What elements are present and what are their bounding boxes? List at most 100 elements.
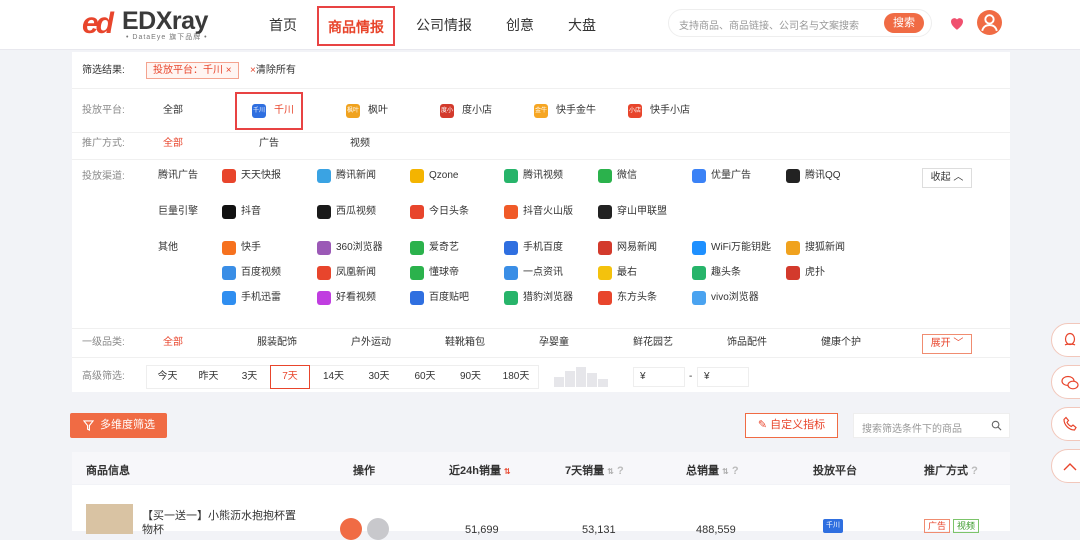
price-min-input[interactable]: ¥ (633, 367, 685, 387)
channel-option[interactable]: WiFi万能钥匙 (711, 242, 771, 254)
channel-option[interactable]: 爱奇艺 (429, 242, 459, 254)
category-option[interactable]: 户外运动 (351, 337, 391, 349)
sort-icon[interactable]: ⇅ (504, 467, 511, 476)
channel-option[interactable]: 腾讯新闻 (336, 170, 376, 182)
channel-option[interactable]: 天天快报 (241, 170, 281, 182)
mini-bar-chart-icon[interactable] (554, 365, 614, 387)
category-option[interactable]: 饰品配件 (727, 337, 767, 349)
day-option[interactable]: 180天 (493, 366, 539, 388)
platform-all[interactable]: 全部 (163, 105, 183, 117)
col-sales-total[interactable]: 总销量 ⇅ ? (686, 462, 739, 478)
channel-option[interactable]: 猎豹浏览器 (523, 292, 573, 304)
favorite-icon[interactable] (367, 518, 389, 540)
custom-metrics-button[interactable]: ✎ 自定义指标 (745, 413, 838, 438)
channel-option[interactable]: 今日头条 (429, 206, 469, 218)
channel-option[interactable]: 抖音 (241, 206, 261, 218)
platform-option[interactable]: 度小店 (462, 105, 492, 117)
category-option[interactable]: 服装配饰 (257, 337, 297, 349)
product-title[interactable]: 【买一送一】小熊沥水抱抱杯置 (142, 510, 296, 522)
nav-company-intel[interactable]: 公司情报 (414, 6, 474, 46)
channel-option[interactable]: 穿山甲联盟 (617, 206, 667, 218)
sort-icon[interactable]: ⇅ (607, 467, 614, 476)
expand-button[interactable]: 展开 ﹀ (922, 334, 972, 354)
channel-option[interactable]: 百度贴吧 (429, 292, 469, 304)
promo-video[interactable]: 视频 (350, 138, 370, 150)
help-icon[interactable]: ? (732, 465, 739, 477)
remove-tag-icon[interactable]: × (226, 65, 232, 76)
channel-option[interactable]: 好看视频 (336, 292, 376, 304)
day-option[interactable]: 60天 (402, 366, 448, 388)
channel-option[interactable]: 懂球帝 (429, 267, 459, 279)
help-icon[interactable]: ? (971, 465, 978, 477)
user-avatar-icon[interactable] (977, 10, 1002, 35)
channel-option[interactable]: 手机百度 (523, 242, 563, 254)
category-option[interactable]: 鞋靴箱包 (445, 337, 485, 349)
help-icon[interactable]: ? (617, 465, 624, 477)
back-to-top-icon[interactable] (1051, 449, 1080, 483)
channel-option[interactable]: 快手 (241, 242, 261, 254)
category-option[interactable]: 健康个护 (821, 337, 861, 349)
clear-all-link[interactable]: ×清除所有 (250, 65, 296, 77)
filtered-products-search[interactable]: 搜索筛选条件下的商品 (853, 413, 1010, 438)
col-sales-7d[interactable]: 7天销量 ⇅ ? (565, 462, 624, 478)
channel-option[interactable]: 360浏览器 (336, 242, 383, 254)
channel-option[interactable]: 西瓜视频 (336, 206, 376, 218)
nav-product-intel[interactable]: 商品情报 (317, 6, 395, 46)
product-thumbnail[interactable] (86, 504, 133, 534)
search-icon[interactable] (991, 420, 1002, 431)
channel-option[interactable]: 抖音火山版 (523, 206, 573, 218)
platform-option[interactable]: 千川 (274, 105, 294, 117)
active-filter-tag[interactable]: 投放平台：千川 × (146, 62, 239, 79)
price-max-input[interactable]: ¥ (697, 367, 749, 387)
channel-option[interactable]: 优量广告 (711, 170, 751, 182)
favorites-heart-icon[interactable] (948, 14, 966, 32)
channel-option[interactable]: Qzone (429, 170, 458, 182)
channel-option[interactable]: 趣头条 (711, 267, 741, 279)
channel-option[interactable]: 一点资讯 (523, 267, 563, 279)
day-option[interactable]: 今天 (147, 366, 188, 388)
day-option[interactable]: 90天 (448, 366, 493, 388)
channel-option[interactable]: 手机迅雷 (241, 292, 281, 304)
channel-option[interactable]: 东方头条 (617, 292, 657, 304)
category-option[interactable]: 全部 (163, 337, 183, 349)
global-search[interactable]: 支持商品、商品链接、公司名与文案搜索 搜索 (668, 9, 932, 37)
table-row[interactable]: 【买一送一】小熊沥水抱抱杯置 物杯 51,699 53,131 488,559 … (72, 485, 1010, 540)
platform-option[interactable]: 快手金牛 (556, 105, 596, 117)
brand-logo[interactable]: ed EDXray • DataEye 旗下品牌 • (82, 7, 242, 42)
channel-option[interactable]: 凤凰新闻 (336, 267, 376, 279)
qq-service-icon[interactable] (1051, 323, 1080, 357)
day-option[interactable]: 30天 (356, 366, 402, 388)
channel-option[interactable]: 最右 (617, 267, 637, 279)
wechat-service-icon[interactable] (1051, 365, 1080, 399)
platform-option[interactable]: 枫叶 (368, 105, 388, 117)
promo-all[interactable]: 全部 (163, 138, 183, 150)
share-icon[interactable] (340, 518, 362, 540)
channel-option[interactable]: 微信 (617, 170, 637, 182)
multi-dimension-filter-button[interactable]: 多维度筛选 (70, 413, 167, 438)
phone-service-icon[interactable] (1051, 407, 1080, 441)
col-sales-24h[interactable]: 近24h销量 ⇅ (449, 462, 511, 478)
nav-home[interactable]: 首页 (262, 6, 304, 46)
sort-icon[interactable]: ⇅ (722, 467, 729, 476)
channel-option[interactable]: 搜狐新闻 (805, 242, 845, 254)
channel-option[interactable]: vivo浏览器 (711, 292, 759, 304)
col-promo: 推广方式 ? (924, 462, 978, 478)
channel-option[interactable]: 虎扑 (805, 267, 825, 279)
channel-option[interactable]: 腾讯视频 (523, 170, 563, 182)
platform-option[interactable]: 快手小店 (650, 105, 690, 117)
product-title-line2[interactable]: 物杯 (142, 524, 164, 536)
nav-market[interactable]: 大盘 (562, 6, 602, 46)
day-option[interactable]: 7天 (270, 365, 310, 389)
channel-option[interactable]: 腾讯QQ (805, 170, 841, 182)
search-button[interactable]: 搜索 (884, 13, 924, 33)
collapse-button[interactable]: 收起 ︿ (922, 168, 972, 188)
category-option[interactable]: 孕婴童 (539, 337, 569, 349)
promo-ad[interactable]: 广告 (259, 138, 279, 150)
nav-creative[interactable]: 创意 (500, 6, 540, 46)
channel-option[interactable]: 网易新闻 (617, 242, 657, 254)
category-option[interactable]: 鲜花园艺 (633, 337, 673, 349)
day-option[interactable]: 3天 (229, 366, 270, 388)
channel-option[interactable]: 百度视频 (241, 267, 281, 279)
day-option[interactable]: 14天 (311, 366, 356, 388)
day-option[interactable]: 昨天 (188, 366, 229, 388)
